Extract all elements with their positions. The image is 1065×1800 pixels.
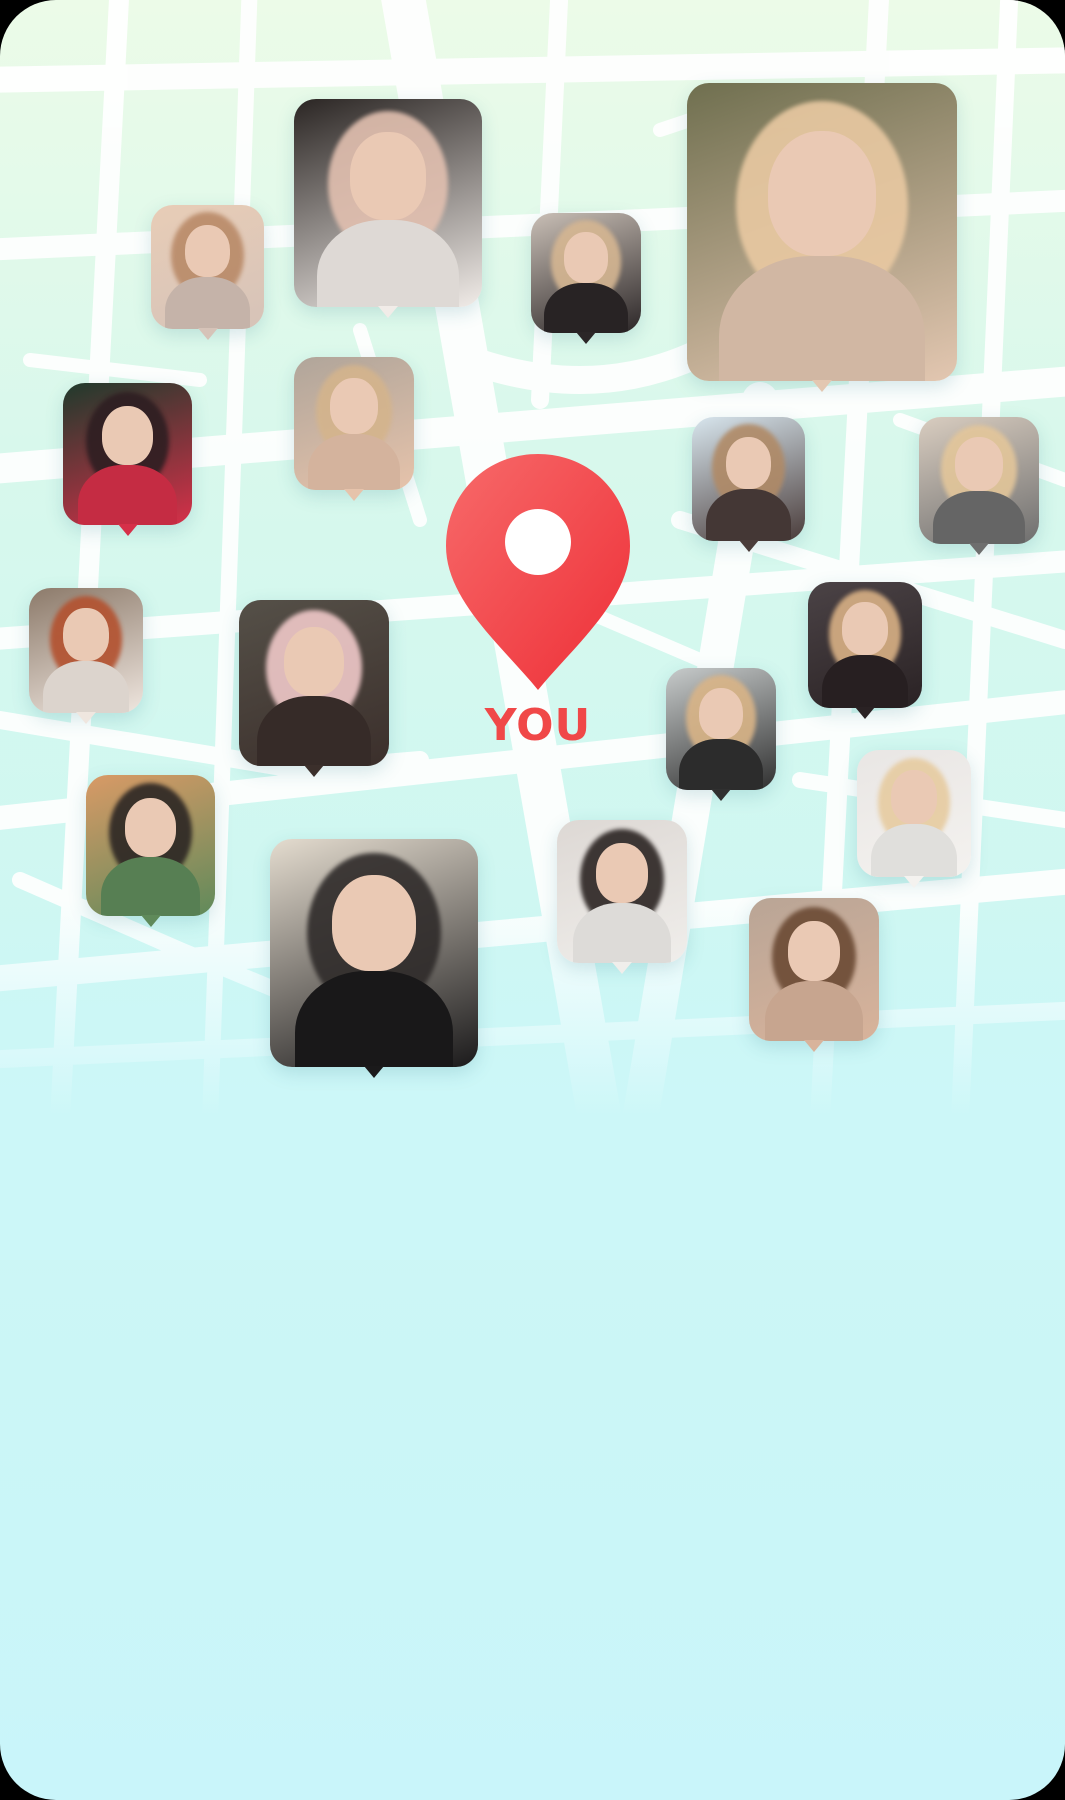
face-shape xyxy=(768,130,876,256)
profile-bubble[interactable] xyxy=(808,582,922,719)
body-shape xyxy=(164,276,251,329)
bubble-pointer xyxy=(969,543,989,555)
body-shape xyxy=(821,655,909,708)
bubble-pointer xyxy=(576,332,596,344)
face-shape xyxy=(101,405,154,466)
profile-bubble[interactable] xyxy=(151,205,264,340)
bubble-pointer xyxy=(76,712,96,724)
bubble-pointer xyxy=(304,765,324,777)
profile-bubble[interactable] xyxy=(919,417,1039,555)
profile-photo xyxy=(666,668,776,790)
profile-bubble[interactable] xyxy=(86,775,215,927)
profile-bubble[interactable] xyxy=(239,600,389,777)
profile-bubble[interactable] xyxy=(29,588,143,724)
bubble-pointer xyxy=(197,328,218,340)
body-shape xyxy=(544,282,628,333)
profile-bubble[interactable] xyxy=(270,839,478,1078)
face-shape xyxy=(842,602,888,656)
bubble-pointer xyxy=(904,876,924,888)
you-label: YOU xyxy=(484,700,592,751)
profile-photo xyxy=(857,750,971,877)
face-shape xyxy=(124,797,177,857)
body-shape xyxy=(78,465,177,525)
profile-bubble[interactable] xyxy=(63,383,192,536)
map-screen: YOU xyxy=(0,0,1065,1800)
body-shape xyxy=(705,488,792,541)
profile-bubble[interactable] xyxy=(294,357,414,501)
face-shape xyxy=(350,132,426,220)
profile-photo xyxy=(294,99,482,307)
body-shape xyxy=(42,660,130,713)
bubble-pointer xyxy=(612,962,632,974)
face-shape xyxy=(184,224,231,277)
map-pin-icon[interactable] xyxy=(442,450,634,695)
body-shape xyxy=(316,219,460,307)
profile-photo xyxy=(294,357,414,490)
bubble-pointer xyxy=(140,915,161,927)
body-shape xyxy=(308,434,400,490)
map-fade xyxy=(0,900,1065,1260)
profile-photo xyxy=(749,898,879,1041)
bubble-pointer xyxy=(378,306,398,318)
body-shape xyxy=(764,980,864,1041)
profile-photo xyxy=(808,582,922,708)
profile-bubble[interactable] xyxy=(857,750,971,888)
body-shape xyxy=(572,902,672,963)
body-shape xyxy=(933,490,1025,544)
profile-photo xyxy=(687,83,957,381)
body-shape xyxy=(870,823,958,877)
bubble-pointer xyxy=(117,524,138,536)
bubble-pointer xyxy=(855,707,875,719)
profile-bubble[interactable] xyxy=(294,99,482,318)
body-shape xyxy=(679,738,763,790)
profile-bubble[interactable] xyxy=(557,820,687,974)
profile-photo xyxy=(29,588,143,713)
face-shape xyxy=(955,437,1003,491)
profile-photo xyxy=(239,600,389,766)
face-shape xyxy=(332,875,416,972)
profile-bubble[interactable] xyxy=(687,83,957,392)
bubble-pointer xyxy=(738,540,759,552)
profile-bubble[interactable] xyxy=(692,417,805,552)
face-shape xyxy=(330,378,378,435)
face-shape xyxy=(891,770,937,824)
profile-photo xyxy=(919,417,1039,544)
body-shape xyxy=(101,856,200,916)
bubble-pointer xyxy=(344,489,364,501)
body-shape xyxy=(257,696,371,766)
face-shape xyxy=(284,626,344,697)
body-shape xyxy=(294,971,454,1067)
bubble-pointer xyxy=(812,380,832,392)
body-shape xyxy=(719,255,925,381)
profile-photo xyxy=(557,820,687,963)
face-shape xyxy=(564,232,608,283)
bubble-pointer xyxy=(364,1066,384,1078)
profile-bubble[interactable] xyxy=(531,213,641,344)
profile-bubble[interactable] xyxy=(749,898,879,1052)
profile-bubble[interactable] xyxy=(666,668,776,801)
bubble-pointer xyxy=(711,789,731,801)
bubble-pointer xyxy=(804,1040,824,1052)
face-shape xyxy=(788,920,840,981)
profile-photo xyxy=(86,775,215,916)
profile-photo xyxy=(692,417,805,541)
face-shape xyxy=(596,842,648,903)
face-shape xyxy=(725,436,772,489)
face-shape xyxy=(63,608,109,661)
profile-photo xyxy=(151,205,264,329)
profile-photo xyxy=(531,213,641,333)
face-shape xyxy=(699,687,743,739)
profile-photo xyxy=(63,383,192,525)
profile-photo xyxy=(270,839,478,1067)
